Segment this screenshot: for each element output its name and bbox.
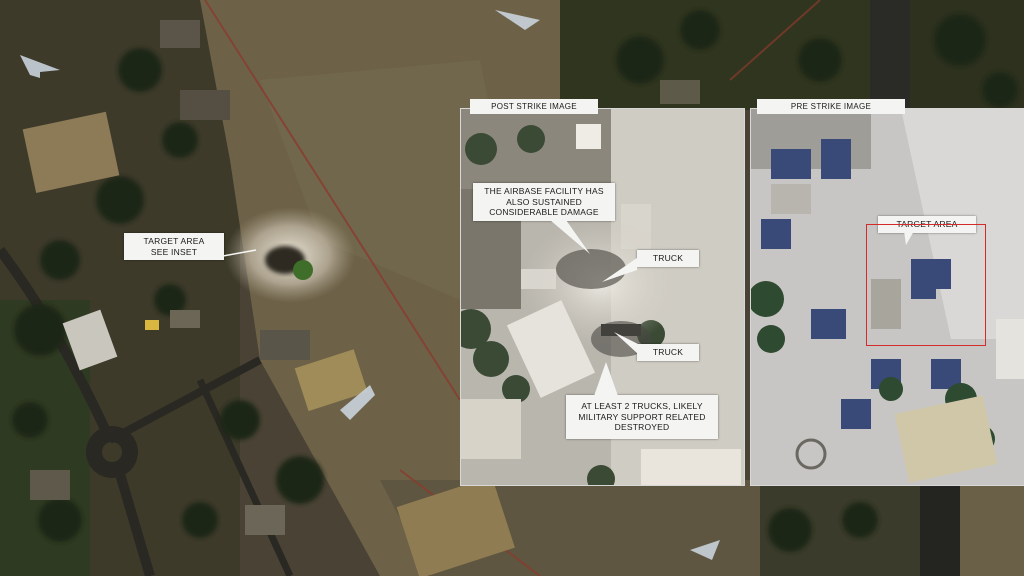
damage-callout-line2: ALSO SUSTAINED (506, 196, 582, 207)
pre-strike-title: PRE STRIKE IMAGE (757, 99, 905, 114)
damage-callout: THE AIRBASE FACILITY HAS ALSO SUSTAINED … (473, 183, 615, 221)
truck-label-2: TRUCK (637, 344, 699, 361)
satellite-scene: TARGET AREA SEE INSET POST STRIKE IMAGE … (0, 0, 1024, 576)
damage-callout-line3: CONSIDERABLE DAMAGE (489, 207, 599, 218)
damage-callout-pointer (550, 220, 590, 254)
truck-pointer-2 (614, 332, 638, 354)
damage-callout-line1: THE AIRBASE FACILITY HAS (484, 186, 604, 196)
pre-target-box (866, 224, 986, 346)
trucks-callout-pointer (594, 362, 618, 396)
truck-label-1: TRUCK (637, 250, 699, 267)
main-target-pointer (211, 249, 257, 259)
trucks-callout: AT LEAST 2 TRUCKS, LIKELY MILITARY SUPPO… (566, 395, 718, 439)
trucks-callout-line1: AT LEAST 2 TRUCKS, LIKELY (581, 401, 703, 411)
main-target-label: TARGET AREA SEE INSET (124, 233, 224, 261)
post-strike-title: POST STRIKE IMAGE (470, 99, 598, 114)
trucks-callout-line2: MILITARY SUPPORT RELATED (578, 411, 706, 422)
main-target-label-line2: SEE INSET (150, 246, 198, 257)
main-target-label-line1: TARGET AREA (143, 236, 205, 246)
trucks-callout-line3: DESTROYED (614, 422, 670, 433)
truck-pointer-1 (602, 258, 637, 282)
